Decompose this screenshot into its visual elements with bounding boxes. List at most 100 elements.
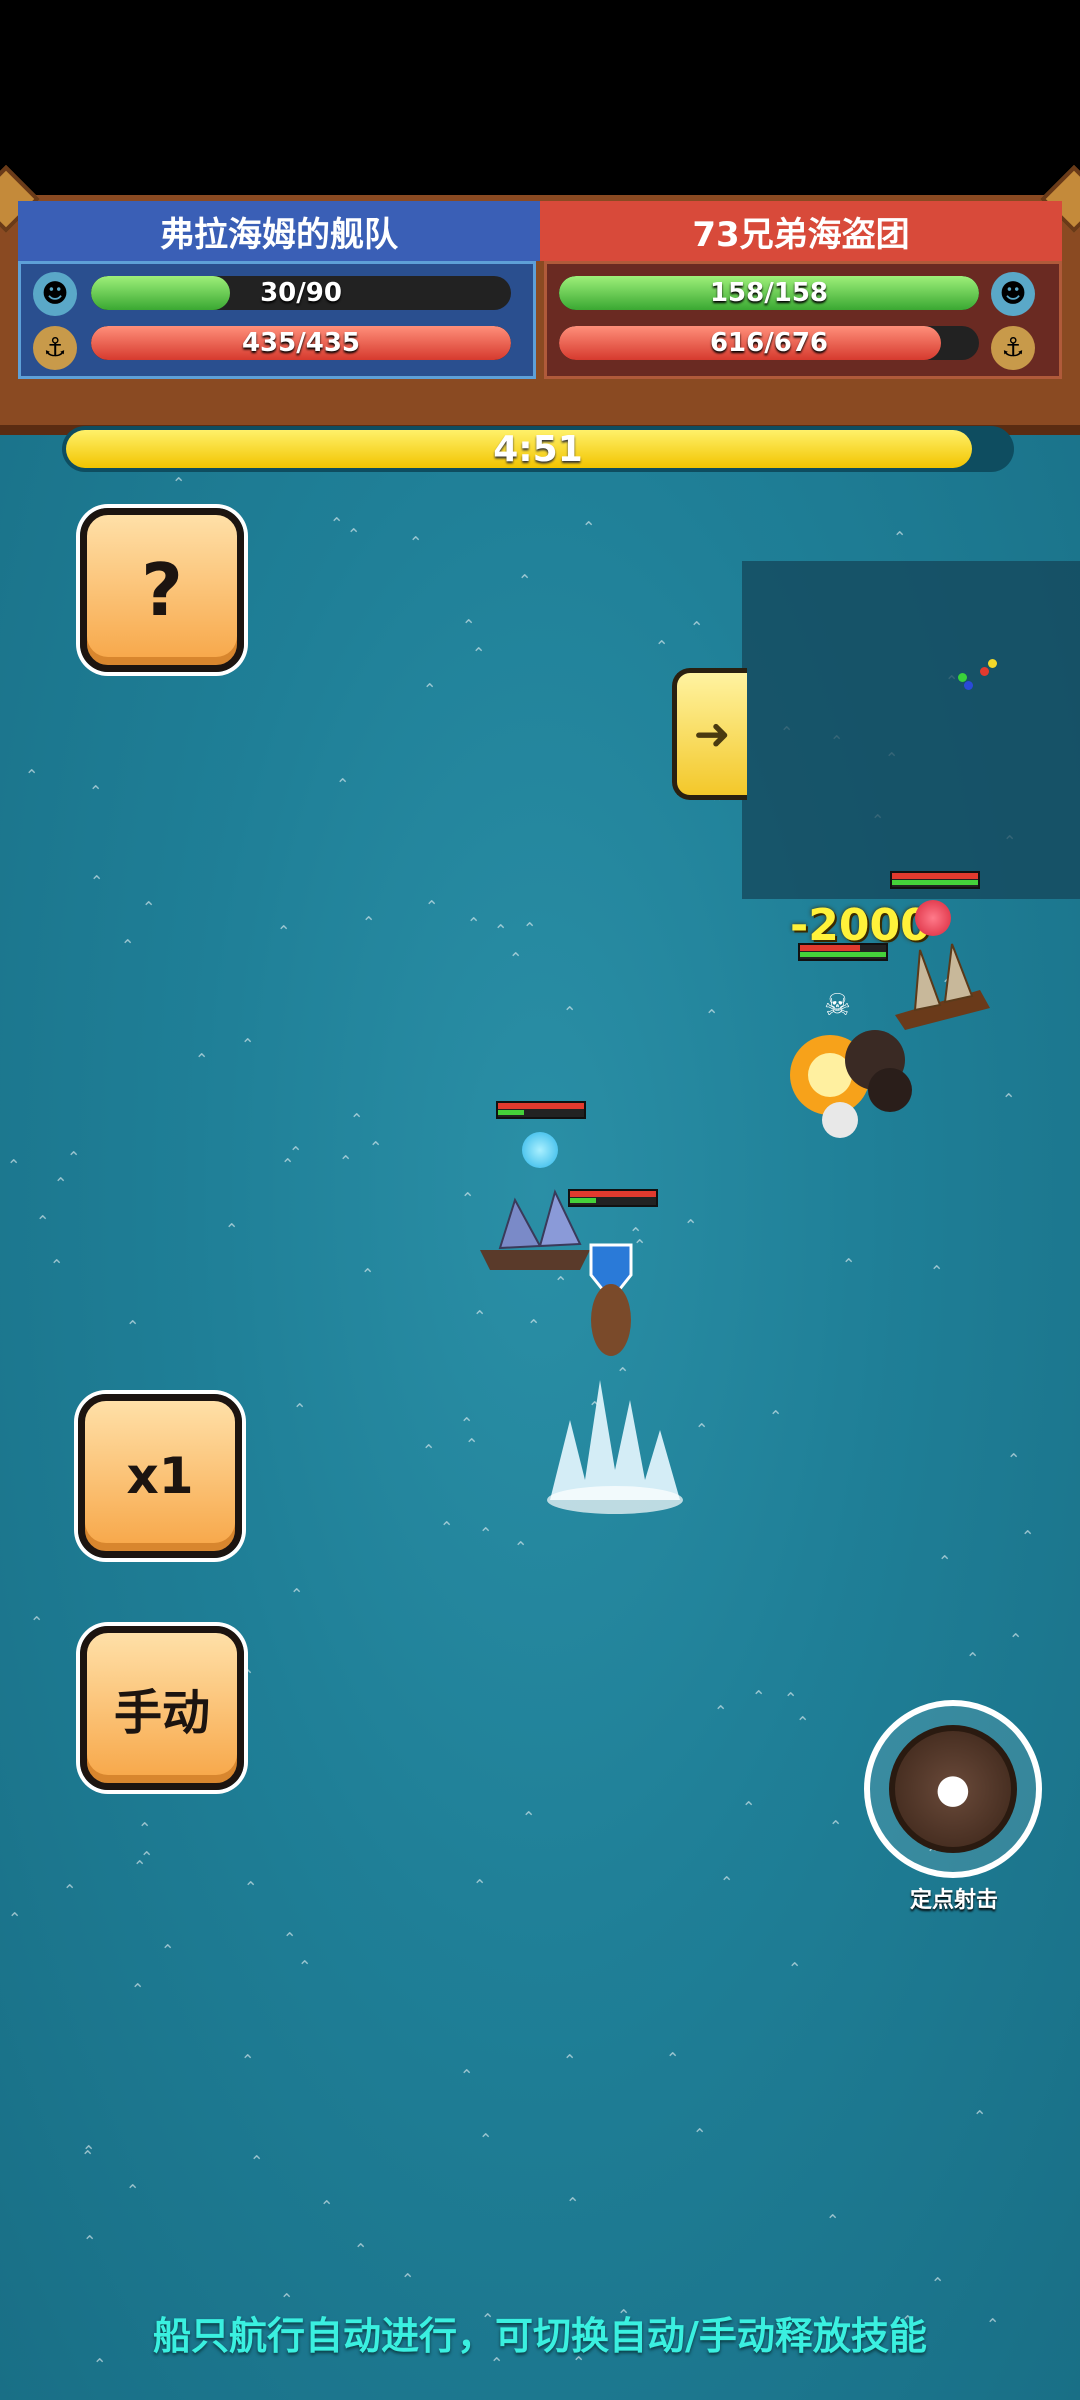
minimap-toggle-arrow-icon[interactable]: ➜ <box>672 668 747 800</box>
wave-mark: ⌃ <box>54 1174 68 1193</box>
wave-mark: ⌃ <box>566 2194 580 2213</box>
skill-label: 定点射击 <box>909 1888 998 1913</box>
wave-mark: ⌃ <box>522 1808 536 1827</box>
wave-mark: ⌃ <box>842 1255 856 1274</box>
wave-mark: ⌃ <box>401 2270 415 2289</box>
help-button[interactable]: ? <box>80 508 244 672</box>
wave-mark: ⌃ <box>973 2107 987 2126</box>
wave-mark: ⌃ <box>467 914 481 933</box>
wave-mark: ⌃ <box>142 898 156 917</box>
enemy-ship-healthbar <box>890 871 980 889</box>
wave-mark: ⌃ <box>1007 1450 1021 1469</box>
cannonball-icon: ● <box>889 1725 1017 1853</box>
wave-mark: ⌃ <box>509 949 523 968</box>
wave-mark: ⌃ <box>796 1713 810 1732</box>
wave-mark: ⌃ <box>347 525 361 544</box>
enemy-crew-bar: 158/158 <box>559 276 979 310</box>
ally-ship-hull <box>570 1191 656 1197</box>
ship-hull-icon: ⚓ <box>33 326 77 370</box>
wave-mark: ⌃ <box>7 1156 21 1175</box>
ally-ship-crew <box>498 1110 524 1115</box>
wave-mark: ⌃ <box>460 2066 474 2085</box>
wave-mark: ⌃ <box>462 616 476 635</box>
wave-mark: ⌃ <box>140 1848 154 1867</box>
wave-mark: ⌃ <box>409 533 423 552</box>
wave-mark: ⌃ <box>81 2147 95 2166</box>
wave-mark: ⌃ <box>690 618 704 637</box>
wave-mark: ⌃ <box>50 1256 64 1275</box>
enemy-ship-crew <box>892 880 978 885</box>
wave-mark: ⌃ <box>290 1585 304 1604</box>
wave-mark: ⌃ <box>241 1035 255 1054</box>
wave-mark: ⌃ <box>684 1216 698 1235</box>
ally-stats: ☻ 30/90 ⚓ 435/435 <box>18 261 536 379</box>
wave-mark: ⌃ <box>277 922 291 941</box>
wave-mark: ⌃ <box>655 637 669 656</box>
wave-mark: ⌃ <box>473 1307 487 1326</box>
wave-mark: ⌃ <box>514 1538 528 1557</box>
water-splash <box>547 1380 683 1514</box>
wave-mark: ⌃ <box>283 1929 297 1948</box>
tutorial-caption: 船只航行自动进行，可切换自动/手动释放技能 <box>153 2314 927 2358</box>
wave-mark: ⌃ <box>362 913 376 932</box>
wave-mark: ⌃ <box>720 1873 734 1892</box>
minimap[interactable] <box>742 561 1080 899</box>
wave-mark: ⌃ <box>465 1435 479 1454</box>
wave-mark: ⌃ <box>695 1420 709 1439</box>
explosion <box>790 1030 912 1138</box>
minimap-enemy-dot <box>988 659 997 668</box>
wave-mark: ⌃ <box>769 1407 783 1426</box>
ally-escort-ship[interactable] <box>586 1280 636 1360</box>
skull-icon: ☠ <box>824 988 851 1023</box>
wave-mark: ⌃ <box>666 2049 680 2068</box>
wave-mark: ⌃ <box>25 766 39 785</box>
wave-mark: ⌃ <box>138 1819 152 1838</box>
wave-mark: ⌃ <box>8 1909 22 1928</box>
wave-mark: ⌃ <box>479 1524 493 1543</box>
wave-mark: ⌃ <box>705 1006 719 1025</box>
manual-mode-label: 手动 <box>113 1685 210 1741</box>
ally-team-name: 弗拉海姆的舰队 <box>18 201 540 261</box>
wave-mark: ⌃ <box>752 1687 766 1706</box>
wave-mark: ⌃ <box>742 1798 756 1817</box>
wave-mark: ⌃ <box>425 897 439 916</box>
wave-mark: ⌃ <box>293 1400 307 1419</box>
wave-mark: ⌃ <box>225 1220 239 1239</box>
wave-mark: ⌃ <box>126 1317 140 1336</box>
wave-mark: ⌃ <box>938 1552 952 1571</box>
fixed-point-shot-skill-button[interactable]: ● <box>864 1700 1042 1878</box>
wave-mark: ⌃ <box>298 1957 312 1976</box>
wave-mark: ⌃ <box>89 782 103 801</box>
enemy-hull-bar: 616/676 <box>559 326 979 360</box>
wave-mark: ⌃ <box>172 474 186 493</box>
ally-crew-bar: 30/90 <box>91 276 511 310</box>
enemy-crew-text: 158/158 <box>709 278 829 308</box>
battle-status-panel: 弗拉海姆的舰队 73兄弟海盗团 ☻ 30/90 ⚓ 435/435 158/15… <box>0 165 1080 435</box>
wave-mark: ⌃ <box>320 2197 334 2216</box>
wave-mark: ⌃ <box>826 2211 840 2230</box>
wave-mark: ⌃ <box>523 919 537 938</box>
ally-hull-bar: 435/435 <box>91 326 511 360</box>
manual-mode-button[interactable]: 手动 <box>80 1626 244 1790</box>
wave-mark: ⌃ <box>714 1702 728 1721</box>
crew-icon: ☻ <box>33 272 77 316</box>
wave-mark: ⌃ <box>829 1817 843 1836</box>
wave-mark: ⌃ <box>479 2130 493 2149</box>
enemy-stats: 158/158 ☻ 616/676 ⚓ <box>544 261 1062 379</box>
wave-mark: ⌃ <box>250 2152 264 2171</box>
speed-button[interactable]: x1 <box>78 1394 242 1558</box>
wave-mark: ⌃ <box>1009 1630 1023 1649</box>
wave-mark: ⌃ <box>195 1050 209 1069</box>
wave-mark: ⌃ <box>90 872 104 891</box>
ally-ship-healthbar <box>568 1189 658 1207</box>
enemy-hull-text: 616/676 <box>709 328 829 358</box>
wave-mark: ⌃ <box>361 1265 375 1284</box>
wave-mark: ⌃ <box>350 1110 364 1129</box>
enemy-ship-crew <box>800 952 886 957</box>
wave-mark: ⌃ <box>422 1441 436 1460</box>
ally-marker-icon <box>522 1132 558 1168</box>
wave-mark: ⌃ <box>563 1003 577 1022</box>
ally-ship-hull <box>498 1103 584 1109</box>
wave-mark: ⌃ <box>121 936 135 955</box>
battle-timer-text: 4:51 <box>493 428 583 470</box>
